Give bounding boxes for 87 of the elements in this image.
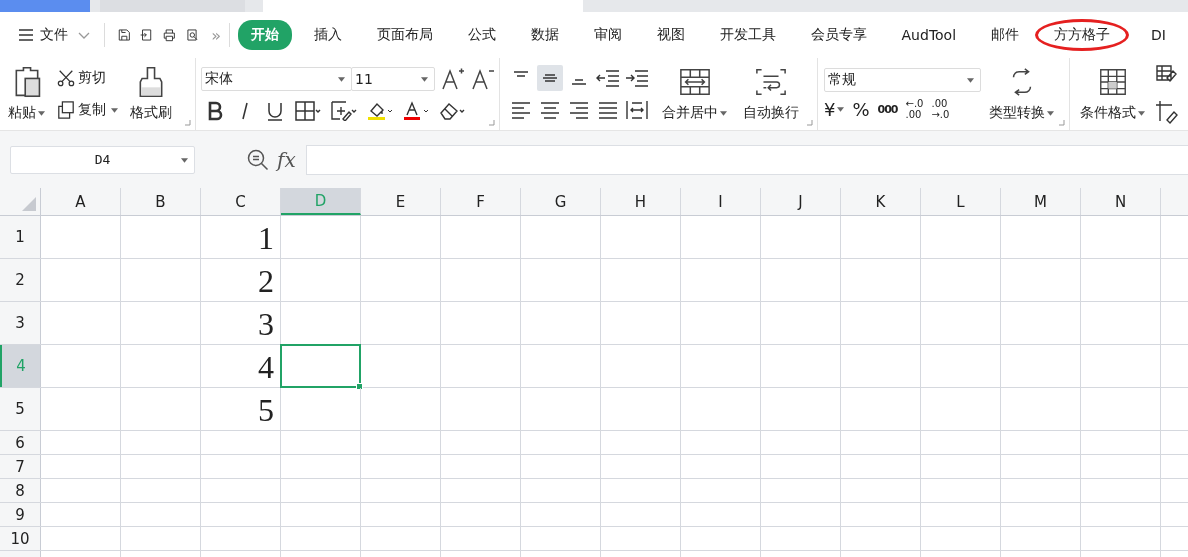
format-painter-button[interactable]: 格式刷 [126,64,176,124]
wrap-text-icon [755,66,787,98]
copy-button[interactable]: 复制 [55,99,120,121]
font-color-icon[interactable] [403,101,429,121]
column-header[interactable]: B [121,188,201,215]
merge-cells-icon [678,66,711,98]
cell-value: 5 [258,392,274,428]
column-header[interactable]: N [1081,188,1161,215]
ribbon-tab[interactable]: 会员专享 [797,20,880,50]
caret-icon [967,77,974,83]
column-header[interactable]: I [681,188,761,215]
caret-icon [837,106,845,112]
column-header[interactable]: L [921,188,1001,215]
wrap-text-button[interactable]: 自动换行 [739,64,803,124]
caret-icon [1138,110,1145,116]
conditional-format-button[interactable]: 条件格式 [1076,64,1149,124]
formula-input-field[interactable] [305,144,1188,175]
ribbon-tab[interactable]: DI [1138,21,1179,49]
thousands-button[interactable]: 000 [877,102,898,116]
caret-icon [38,110,45,116]
number-format-field[interactable]: 常规 [824,68,981,92]
cell-format-icon[interactable] [1155,100,1179,124]
ribbon-tab[interactable]: 视图 [643,20,698,50]
ribbon-tab[interactable]: 开发工具 [706,20,789,50]
file-menu[interactable]: 文件 [12,26,96,44]
row-header[interactable]: 3 [0,302,41,344]
border-icon[interactable] [295,101,321,121]
caret-icon [181,157,188,163]
cell-value: 2 [258,263,274,299]
currency-button[interactable]: ¥ [824,98,845,120]
decrease-font-icon[interactable] [471,67,495,91]
ribbon-tab[interactable]: 插入 [300,20,355,50]
name-box[interactable]: D4 [10,145,195,174]
row-header[interactable]: 9 [0,503,41,526]
column-header[interactable]: K [841,188,921,215]
caret-icon [421,76,428,82]
fill-color-icon[interactable] [367,101,393,121]
function-label[interactable]: fx [277,147,296,172]
cut-button[interactable]: 剪切 [55,67,120,89]
cell-value: 3 [258,306,274,342]
menu-icon [18,27,34,43]
font-name-field[interactable]: 宋体 [201,67,352,91]
cell-value: 4 [258,349,274,385]
row-header[interactable]: 6 [0,431,41,454]
zoom-icon[interactable] [247,148,269,171]
ribbon-tab[interactable]: AudTool [888,21,970,49]
align-bottom-icon [572,79,586,85]
row-header[interactable]: 8 [0,479,41,502]
increase-decimal-button[interactable]: ←.0 .00 [905,98,924,120]
cell-value: 1 [258,220,274,256]
column-header[interactable]: A [41,188,121,215]
ribbon-tab[interactable]: 数据 [517,20,572,50]
active-cell[interactable] [280,344,361,388]
increase-font-icon[interactable] [441,67,465,91]
ribbon-tab[interactable]: 公式 [454,20,509,50]
row-header[interactable]: 2 [0,259,41,301]
scissors-icon [57,69,75,87]
row-header[interactable]: 1 [0,216,41,258]
copy-icon [57,101,75,119]
row-header[interactable]: 10 [0,527,41,550]
row-header[interactable]: 7 [0,455,41,478]
ribbon-tab[interactable]: 方方格子 [1035,19,1130,51]
column-header[interactable]: M [1001,188,1081,215]
underline-icon[interactable] [265,101,285,121]
column-header[interactable]: G [521,188,601,215]
paste-button[interactable]: 粘贴 [4,64,49,124]
column-header[interactable]: E [361,188,441,215]
align-button[interactable] [537,65,563,91]
row-header[interactable]: 5 [0,388,41,430]
caret-icon [338,76,345,82]
eraser-icon[interactable] [439,101,465,121]
column-header[interactable]: J [761,188,841,215]
cell-style-icon[interactable] [331,101,357,121]
column-header[interactable]: H [601,188,681,215]
convert-type-button[interactable]: 类型转换 [985,64,1058,124]
ribbon-tab[interactable]: 邮件 [978,20,1033,50]
font-size-field[interactable]: 11 [351,67,435,91]
ribbon-tab[interactable]: 审阅 [580,20,635,50]
caret-icon [720,110,727,116]
column-header[interactable]: F [441,188,521,215]
caret-icon [111,107,118,113]
percent-button[interactable]: % [852,98,870,120]
align-top-icon [514,71,528,77]
ribbon-tab[interactable]: 页面布局 [363,20,446,50]
merge-center-button[interactable]: 合并居中 [658,64,731,124]
decrease-decimal-button[interactable]: .00 →.0 [931,98,950,120]
caret-icon [1047,110,1054,116]
